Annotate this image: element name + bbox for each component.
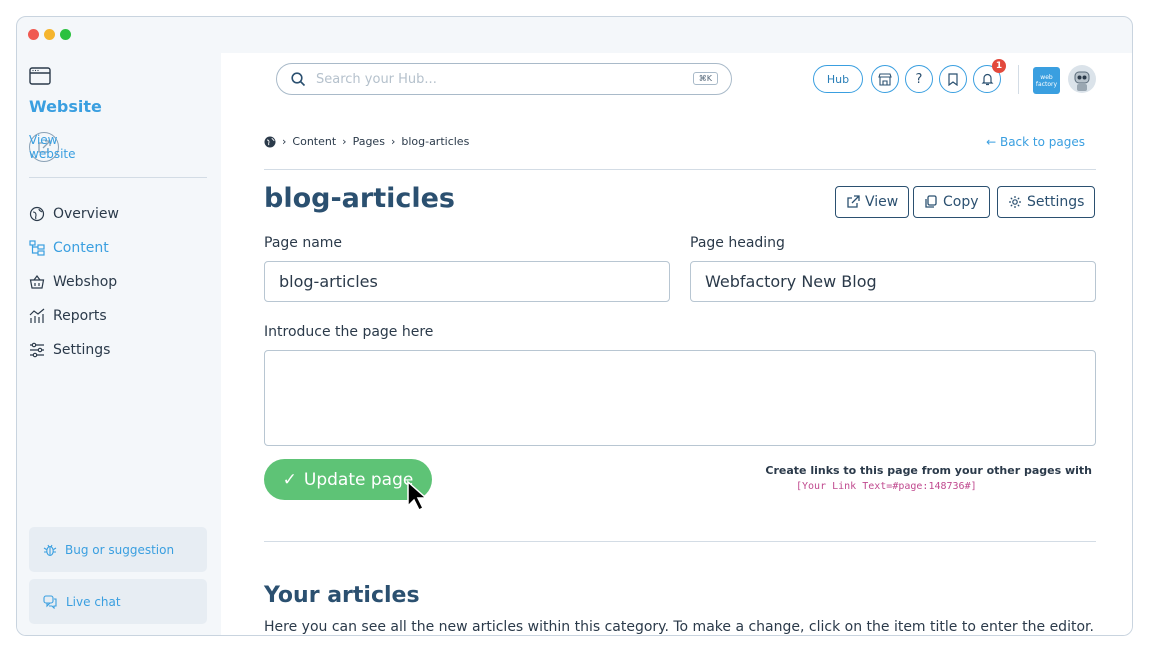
avatar[interactable] [1068, 65, 1096, 93]
chat-icon [43, 594, 57, 609]
sidebar-item-label: Reports [53, 308, 107, 324]
page-heading-field[interactable] [690, 261, 1096, 302]
view-button[interactable]: View [835, 186, 910, 218]
breadcrumb-separator: › [282, 135, 287, 148]
bookmark-icon [948, 72, 958, 86]
gear-icon [1009, 196, 1021, 208]
copy-button[interactable]: Copy [913, 186, 990, 218]
bell-icon [981, 73, 993, 86]
bug-icon [43, 544, 57, 556]
articles-description: Here you can see all the new articles wi… [264, 619, 1094, 635]
sitemap-icon [29, 240, 45, 256]
page-title: blog-articles [264, 183, 456, 214]
sidebar-item-reports[interactable]: Reports [29, 299, 209, 333]
maximize-window-button[interactable] [60, 29, 71, 40]
view-button-label: View [865, 194, 899, 210]
sidebar-item-label: Settings [53, 342, 111, 358]
page-name-label: Page name [264, 235, 343, 251]
sliders-icon [30, 342, 44, 358]
copy-icon [925, 195, 937, 208]
sidebar: Website View website Overview Content We… [17, 53, 220, 635]
chart-icon [29, 308, 45, 323]
close-window-button[interactable] [28, 29, 39, 40]
live-chat-button[interactable]: Live chat [29, 579, 207, 624]
articles-title: Your articles [264, 583, 420, 608]
sidebar-item-overview[interactable]: Overview [29, 197, 209, 231]
search-bar[interactable]: ⌘K [276, 63, 732, 95]
help-button[interactable]: ? [905, 65, 933, 93]
settings-button-label: Settings [1027, 194, 1085, 210]
page-heading-label: Page heading [690, 235, 785, 251]
breadcrumb-item-current: blog-articles [401, 135, 470, 148]
sidebar-nav: Overview Content Webshop Reports Setting… [29, 197, 209, 367]
page-links-hint: Create links to this page from your othe… [765, 464, 1092, 477]
webfactory-logo[interactable]: web factory [1033, 67, 1060, 94]
sidebar-item-label: Webshop [53, 274, 118, 290]
title-bar [17, 17, 1132, 53]
settings-button[interactable]: Settings [997, 186, 1096, 218]
notification-badge: 1 [992, 59, 1006, 73]
breadcrumb-item-pages[interactable]: Pages [353, 135, 385, 148]
checkmark-icon: ✓ [282, 469, 297, 490]
sidebar-item-content[interactable]: Content [29, 231, 209, 265]
copy-button-label: Copy [943, 194, 979, 210]
hub-button[interactable]: Hub [813, 65, 863, 93]
sidebar-item-label: Content [53, 240, 109, 256]
live-chat-label: Live chat [66, 594, 121, 609]
view-website-label: View website [29, 133, 76, 161]
breadcrumb-separator: › [342, 135, 347, 148]
store-button[interactable] [871, 65, 899, 93]
search-shortcut-badge: ⌘K [692, 72, 718, 85]
app-window: Website View website Overview Content We… [16, 16, 1133, 636]
question-icon: ? [915, 71, 923, 87]
basket-icon [29, 275, 45, 289]
browser-window-icon [29, 67, 51, 85]
store-icon [878, 73, 892, 86]
mouse-cursor-icon [407, 480, 428, 512]
view-website-link[interactable]: View website [29, 131, 76, 163]
update-page-label: Update page [303, 469, 414, 490]
sidebar-item-settings[interactable]: Settings [29, 333, 209, 367]
globe-icon [29, 206, 45, 222]
bookmark-button[interactable] [939, 65, 967, 93]
back-to-pages-link[interactable]: ← Back to pages [986, 135, 1085, 149]
breadcrumb-separator: › [390, 135, 396, 148]
bug-report-label: Bug or suggestion [65, 542, 175, 557]
section-divider [264, 541, 1096, 542]
robot-avatar-icon [1074, 71, 1090, 91]
topbar-divider [1018, 65, 1019, 94]
search-input[interactable] [314, 70, 678, 88]
site-title: Website [29, 97, 102, 116]
intro-textarea[interactable] [264, 350, 1096, 446]
sidebar-item-label: Overview [53, 206, 119, 222]
external-link-icon [847, 195, 860, 208]
bug-report-button[interactable]: Bug or suggestion [29, 527, 207, 572]
globe-icon[interactable] [264, 136, 276, 148]
search-icon [291, 71, 306, 86]
main-content: ⌘K Hub ? 1 web factory › Content › Pages… [221, 53, 1132, 635]
breadcrumb-item-content[interactable]: Content [292, 135, 336, 148]
minimize-window-button[interactable] [44, 29, 55, 40]
sidebar-divider [29, 177, 207, 178]
page-name-field[interactable] [264, 261, 670, 302]
header-divider [264, 169, 1096, 170]
breadcrumb: › Content › Pages › blog-articles [264, 135, 469, 148]
intro-label: Introduce the page here [264, 324, 434, 340]
page-link-code: [Your Link Text=#page:148736#] [796, 481, 977, 492]
sidebar-item-webshop[interactable]: Webshop [29, 265, 209, 299]
